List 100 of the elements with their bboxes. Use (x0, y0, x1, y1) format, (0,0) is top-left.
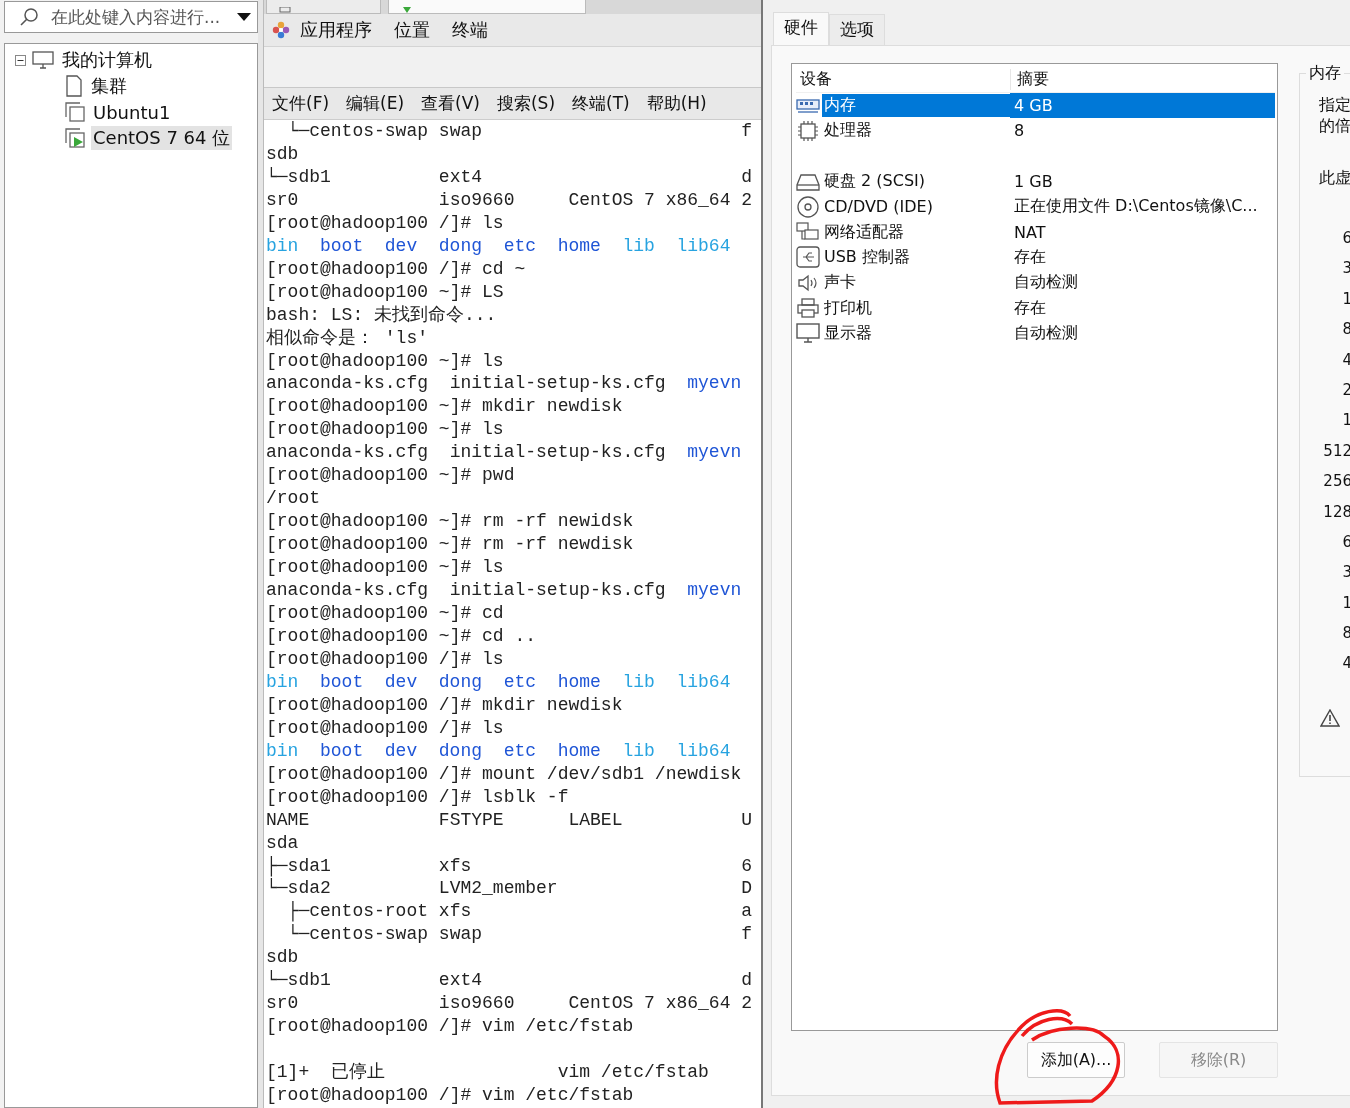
directory-name: etc (503, 739, 537, 763)
link-name: lib64 (676, 739, 731, 763)
search-icon (19, 7, 39, 27)
directory-name: boot (320, 234, 364, 258)
terminal-line: [root@hadoop100 /]# lsblk -f (266, 785, 570, 809)
menu-item[interactable]: 编辑(E) (346, 92, 405, 115)
device-summary: NAT (1013, 221, 1047, 243)
dropdown-arrow-icon[interactable] (237, 12, 251, 22)
menu-item[interactable]: 查看(V) (421, 92, 480, 115)
size-label: 512 (1323, 440, 1350, 461)
terminal-line: sdb (266, 946, 300, 970)
device-summary: 自动检测 (1013, 321, 1079, 344)
description-text: 的倍 (1318, 115, 1350, 136)
column-header[interactable]: 设备 (796, 68, 1011, 90)
size-label: 1 (1342, 288, 1350, 309)
terminal-line: NAME FSTYPE LABEL U (266, 808, 754, 832)
terminal-line: ├─centos-root xfs a (286, 900, 754, 924)
device-name[interactable]: CD/DVD (IDE) (822, 196, 935, 218)
menu-item[interactable]: 文件(F) (272, 92, 330, 115)
directory-name: etc (503, 670, 537, 694)
directory-name: myevn (687, 579, 742, 602)
tree-item[interactable]: CentOS 7 64 位 (91, 126, 233, 150)
terminal-line: sda (266, 831, 300, 855)
terminal-line: sr0 iso9660 CentOS 7 x86_64 2 (266, 188, 754, 212)
terminal-line: [root@hadoop100 ~]# cd .. (266, 624, 538, 648)
menu-item[interactable]: 帮助(H) (646, 92, 707, 115)
chip-icon (796, 119, 820, 142)
add-button[interactable]: 添加(A)... (1027, 1042, 1125, 1078)
collapse-toggle[interactable] (15, 54, 26, 66)
file-name: anaconda-ks.cfg (266, 441, 429, 465)
device-name[interactable]: 显示器 (822, 321, 874, 345)
device-name[interactable]: 网络适配器 (822, 220, 906, 244)
directory-name: dong (438, 234, 483, 258)
link-name: lib (622, 739, 655, 763)
file-name: initial-setup-ks.cfg (449, 372, 666, 396)
directory-name: home (557, 234, 601, 258)
device-summary: 存在 (1013, 296, 1047, 319)
description-text: 指定 (1318, 94, 1350, 115)
menu-item[interactable]: 终端 (452, 18, 488, 42)
tree-item[interactable]: 我的计算机 (60, 48, 154, 72)
terminal-line: [root@hadoop100 ~]# ls (266, 418, 505, 442)
size-label: 2 (1342, 379, 1350, 400)
tab[interactable]: 选项 (829, 14, 885, 45)
terminal-line: └─centos-swap swap f (286, 923, 754, 947)
directory-name: dong (438, 670, 483, 694)
search-field[interactable]: 在此处键入内容进行... (4, 1, 258, 33)
tree-item[interactable]: 集群 (89, 74, 129, 98)
device-name[interactable]: 处理器 (822, 119, 874, 143)
terminal-line: [root@hadoop100 ~]# ls (266, 556, 505, 580)
terminal-line: [root@hadoop100 /]# ls (266, 211, 505, 235)
device-name[interactable]: 声卡 (822, 271, 858, 295)
terminal-line: [root@hadoop100 /]# cd ~ (266, 257, 527, 281)
device-summary: 4 GB (1010, 93, 1275, 119)
terminal-line: └─sda2 LVM2_member D (266, 877, 754, 901)
directory-name: etc (503, 234, 537, 258)
flower-logo-icon (272, 21, 290, 39)
tab[interactable]: 硬件 (773, 12, 829, 45)
device-name[interactable]: 打印机 (822, 296, 874, 320)
directory-name: dev (384, 739, 418, 763)
running-machine-icon (65, 128, 85, 148)
size-label: 3 (1342, 258, 1350, 279)
terminal-line: [root@hadoop100 ~]# rm -rf newidsk (266, 510, 635, 534)
directory-name: dev (384, 670, 418, 694)
file-name: initial-setup-ks.cfg (449, 441, 666, 465)
menu-item[interactable]: 位置 (394, 18, 430, 42)
device-name[interactable]: 内存 (822, 94, 1010, 118)
terminal-line: └─sdb1 ext4 d (266, 969, 754, 993)
directory-name: dev (384, 234, 418, 258)
terminal-line: [root@hadoop100 ~]# mkdir newdisk (266, 395, 624, 419)
link-name: lib64 (676, 670, 731, 694)
link-name: lib (622, 670, 655, 694)
terminal-line: [root@hadoop100 /]# vim /etc/fstab (266, 1084, 635, 1107)
device-name[interactable]: USB 控制器 (822, 245, 912, 269)
terminal-line: [1]+ 已停止 vim /etc/fstab (266, 1061, 710, 1084)
menu-item[interactable]: 应用程序 (300, 18, 372, 42)
device-summary: 1 GB (1013, 171, 1054, 193)
virtual-machine-icon (65, 102, 85, 122)
link-name: bin (266, 670, 299, 694)
terminal-line: /root (266, 487, 321, 511)
terminal-line: [root@hadoop100 /]# ls (266, 716, 505, 740)
directory-name: home (557, 670, 601, 694)
file-name: anaconda-ks.cfg (266, 372, 429, 396)
terminal-line: [root@hadoop100 ~]# pwd (266, 464, 516, 488)
link-name: lib64 (676, 234, 731, 258)
document-icon (65, 75, 83, 97)
device-summary: 存在 (1013, 245, 1047, 268)
monitor-icon (796, 322, 820, 345)
terminal-line: └─sdb1 ext4 d (266, 165, 754, 189)
disc-icon (796, 195, 820, 218)
directory-name: dong (438, 739, 483, 763)
menu-item[interactable]: 终端(T) (572, 92, 630, 115)
note-text: 此虚 (1318, 167, 1350, 188)
tree-item[interactable]: Ubuntu1 (91, 101, 173, 123)
column-header[interactable]: 摘要 (1011, 68, 1049, 90)
terminal-line: [root@hadoop100 /]# mount /dev/sdb1 /newdisk (266, 762, 743, 786)
link-name: lib (622, 234, 655, 258)
warning-icon (1320, 709, 1340, 728)
menu-item[interactable]: 搜索(S) (496, 92, 556, 115)
terminal-line: [root@hadoop100 /]# ls (266, 647, 505, 671)
device-name[interactable]: 硬盘 2 (SCSI) (822, 170, 928, 194)
